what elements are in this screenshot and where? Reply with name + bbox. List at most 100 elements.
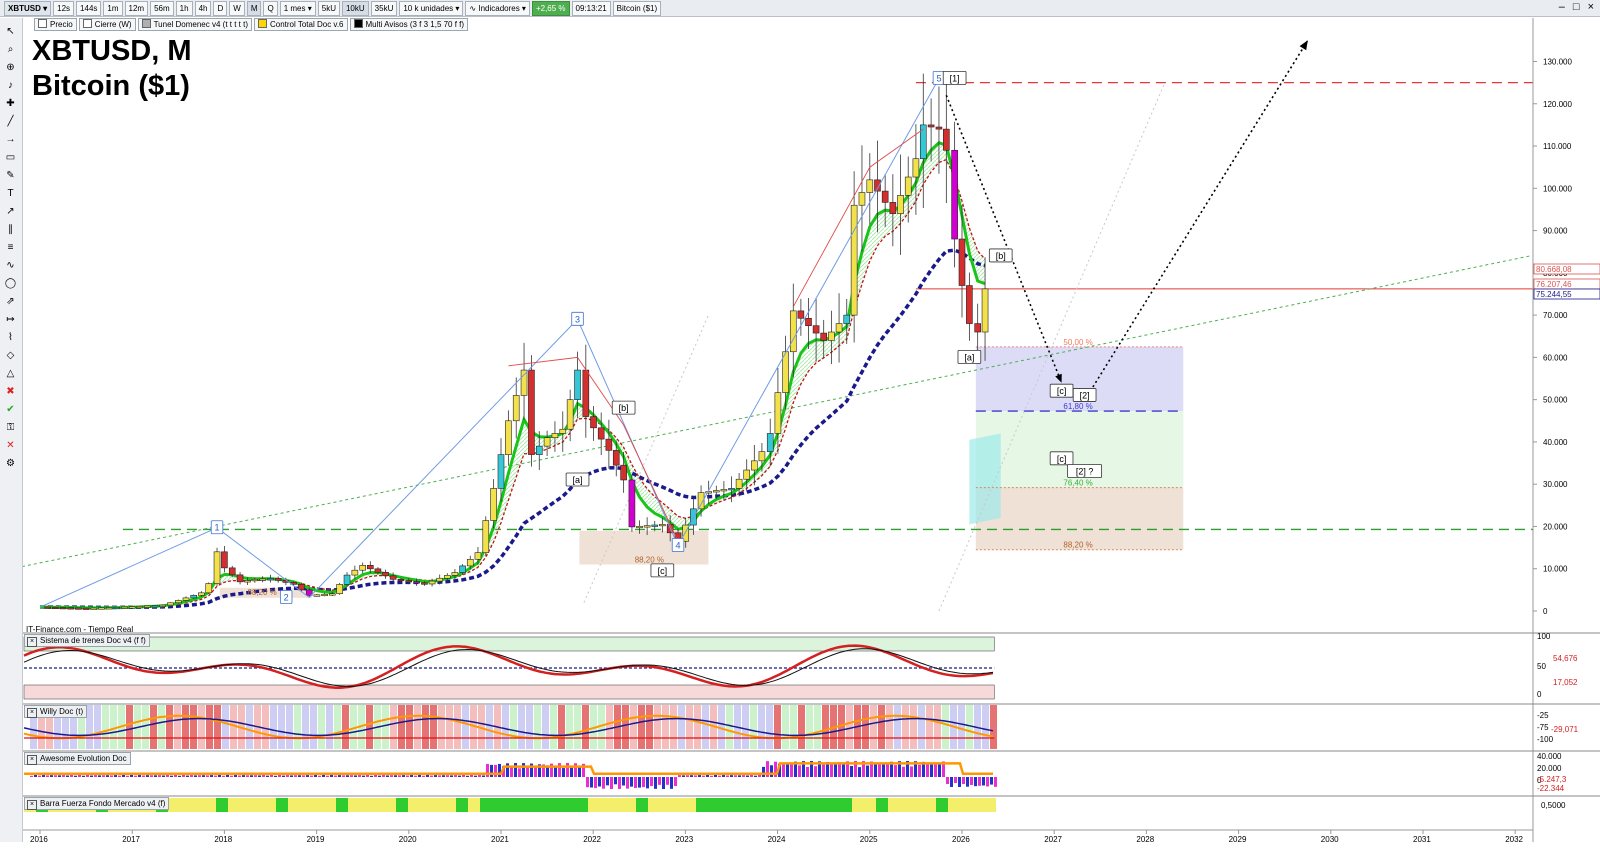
strength-cell [180,798,192,812]
timeframe-button-4h[interactable]: 4h [194,0,212,16]
willy-bar [766,705,773,749]
legend-item-4[interactable]: Multi Avisos (3 f 3 1,5 70 f f) [349,18,469,31]
legend-item-0[interactable]: Precio [34,18,77,31]
minimize-icon[interactable]: – [1559,1,1565,13]
willy-bar [446,705,453,749]
candle-body [105,607,113,610]
trains-value-label: 54,676 [1553,654,1578,663]
fib-icon[interactable]: ≡ [4,242,17,254]
timeframe-button-m[interactable]: M [246,0,262,16]
arrow-icon[interactable]: ⇗ [4,296,17,308]
cursor-icon[interactable]: ↖ [4,26,17,38]
awesome-bar [578,766,581,777]
lock-icon[interactable]: ⚿ [4,422,17,434]
candle-body [389,575,397,580]
candle-body [151,605,159,608]
pane-title-barra-fuerza[interactable]: × Barra Fuerza Fondo Mercado v4 (f) [24,797,170,810]
line-tool-icon[interactable]: ╱ [4,116,17,128]
candle-body [251,578,259,582]
pencil-icon[interactable]: ✎ [4,170,17,182]
trash-icon[interactable]: ✕ [4,440,17,452]
trend-icon[interactable]: ↗ [4,206,17,218]
awesome-bar [518,768,521,777]
wave-label: [b] [996,251,1006,261]
timeframe-button-q[interactable]: Q [263,0,278,16]
awesome-bar [54,775,57,777]
close-icon[interactable]: × [1588,1,1594,13]
pane-title-willy[interactable]: × Willy Doc (t) [24,705,88,718]
shape-icon[interactable]: ◇ [4,350,17,362]
candle-body [67,607,75,610]
settings-icon[interactable]: ⚙ [4,458,17,470]
timeframe-button-d[interactable]: D [213,0,228,16]
units-button-35ku[interactable]: 35kU [370,0,398,16]
measure-icon[interactable]: ↦ [4,314,17,326]
chart-canvas[interactable]: 1 2 3 4 5 [1] [a] [b] [c] [a] [b] [c] [2] [c] [2] ? 50,… [0,0,1600,860]
awesome-bar [562,768,565,777]
pane-close-icon[interactable]: × [27,800,37,810]
candle-body [728,488,735,491]
symbol-selector[interactable]: XBTUSD ▾ [4,0,52,16]
awesome-bar [842,764,845,777]
units-button-5ku[interactable]: 5kU [317,0,340,16]
bell-icon[interactable]: ♪ [4,80,17,92]
strength-cell [456,798,468,812]
strength-cell [720,798,732,812]
willy-bar [902,705,909,749]
legend-item-2[interactable]: Tunel Domenec v4 (t t t t t) [137,18,252,31]
ray-icon[interactable]: → [4,134,17,146]
awesome-bar [630,777,633,787]
timeframe-button-12s[interactable]: 12s [53,0,75,16]
quantity-selector[interactable]: 10 k unidades ▾ [399,0,464,16]
period-selector[interactable]: 1 mes ▾ [279,0,316,16]
pane-close-icon[interactable]: × [27,755,37,765]
wave-label: [a] [964,352,974,362]
check-icon[interactable]: ✔ [4,404,17,416]
price-label: 80.668,08 [1536,265,1572,274]
candle-body [943,128,950,151]
timeframe-button-w[interactable]: W [229,0,245,16]
triangle-icon[interactable]: △ [4,368,17,380]
crosshair-icon[interactable]: ✚ [4,98,17,110]
awesome-bar [858,767,861,777]
candle-body [712,490,720,493]
restore-icon[interactable]: □ [1573,1,1580,13]
willy-bar [510,705,517,749]
units-button-10ku[interactable]: 10kU [341,0,369,16]
zoom-icon[interactable]: ⌕ [4,44,17,56]
awesome-bar [146,775,149,777]
pane-title-awesome[interactable]: × Awesome Evolution Doc [24,752,131,765]
timeframe-button-1h[interactable]: 1h [175,0,193,16]
candle-body [374,568,382,573]
timeframe-button-144s[interactable]: 144s [76,0,102,16]
magnifier-icon[interactable]: ⊕ [4,62,17,74]
channel-icon[interactable]: ∥ [4,224,17,236]
ellipse-icon[interactable]: ◯ [4,278,17,290]
timeframe-button-12m[interactable]: 12m [124,0,149,16]
awesome-bar [970,777,973,785]
pane-title-sistema-trenes[interactable]: × Sistema de trenes Doc v4 (f f) [24,634,150,647]
cross-icon[interactable]: ✖ [4,386,17,398]
strength-cell [828,798,840,812]
wave-icon[interactable]: ∿ [4,260,17,272]
timeframe-button-1m[interactable]: 1m [103,0,123,16]
wave-label: [2] [1080,390,1090,400]
awesome-bar [158,775,161,777]
text-icon[interactable]: T [4,188,17,200]
brush-icon[interactable]: ⌇ [4,332,17,344]
awesome-bar [462,775,465,777]
legend-item-1[interactable]: Cierre (W) [78,18,136,31]
willy-bar [894,705,901,749]
timeframe-button-56m[interactable]: 56m [150,0,174,16]
awesome-bar [982,777,985,786]
willy-bar [262,705,269,749]
rectangle-icon[interactable]: ▭ [4,152,17,164]
pane-close-icon[interactable]: × [27,637,37,647]
strength-cell [744,798,756,812]
strength-cell [432,798,444,812]
willy-bar [638,705,645,749]
indicators-button[interactable]: ∿ Indicadores ▾ [465,0,530,16]
pane-close-icon[interactable]: × [27,708,37,718]
legend-item-3[interactable]: Control Total Doc v.6 [253,18,348,31]
change-badge: +2,65 % [531,0,570,16]
